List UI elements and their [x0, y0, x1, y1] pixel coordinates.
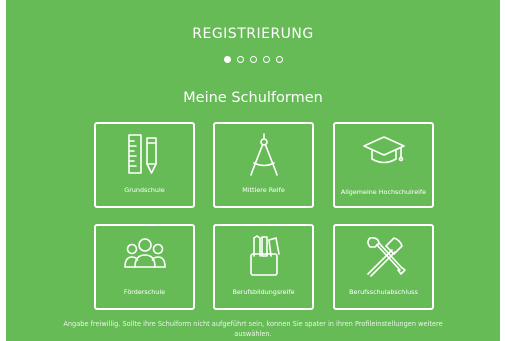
- group-of-people-icon: [123, 238, 166, 268]
- tile-label: Förderschule: [123, 288, 166, 296]
- compass-icon: [249, 133, 278, 176]
- graduation-cap-icon: [362, 136, 405, 164]
- step-dot-5[interactable]: [275, 56, 283, 63]
- step-dot-4[interactable]: [262, 56, 270, 63]
- tile-label: Grundschule: [124, 186, 165, 194]
- registration-panel: REGISTRIERUNG Meine Schulformen Grundsch…: [6, 0, 500, 341]
- page-title: REGISTRIERUNG: [192, 26, 314, 42]
- tile-label: Berufsbildungsreife: [232, 288, 295, 296]
- tile-berufsbildungsreife[interactable]: Berufsbildungsreife: [213, 224, 314, 310]
- tile-berufsschulabschluss[interactable]: Berufsschulabschluss: [333, 224, 434, 310]
- ruler-pencil-icon: [127, 134, 157, 174]
- tile-foerderschule[interactable]: Förderschule: [94, 224, 195, 310]
- tile-label: Allgemeine Hochschulreife: [340, 188, 427, 196]
- step-dot-3[interactable]: [249, 56, 257, 63]
- tile-allgemeine-hochschulreife[interactable]: Allgemeine Hochschulreife: [333, 122, 434, 208]
- footer-note: Angabe freiwillig. Sollte ihre Schulform…: [63, 320, 443, 338]
- step-dot-2[interactable]: [236, 56, 244, 63]
- step-dot-1[interactable]: [223, 56, 231, 63]
- tile-label: Mittlere Reife: [242, 186, 285, 194]
- tile-label: Berufsschulabschluss: [349, 288, 418, 296]
- pencil-cup-icon: [249, 235, 280, 276]
- tile-mittlere-reife[interactable]: Mittlere Reife: [213, 122, 314, 208]
- hammer-wrench-icon: [366, 237, 406, 277]
- tile-grundschule[interactable]: Grundschule: [94, 122, 195, 208]
- step-indicator: [6, 56, 500, 63]
- section-heading: Meine Schulformen: [183, 90, 323, 106]
